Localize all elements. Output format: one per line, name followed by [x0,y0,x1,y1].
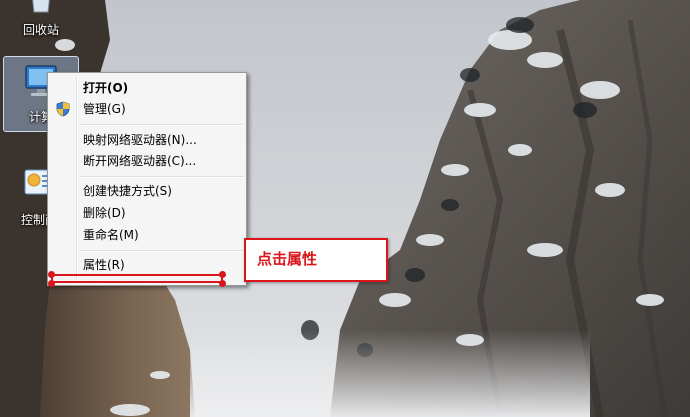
menu-item-label: 重命名(M) [83,228,139,242]
menu-item-map-network-drive[interactable]: 映射网络驱动器(N)... [50,129,244,151]
menu-item-rename[interactable]: 重命名(M) [50,224,244,246]
annotation-handle [48,271,55,278]
context-menu: 打开(O) 管理(G) 映射网络驱动器(N)... 断开网络驱动器(C)... … [47,72,247,286]
menu-item-label: 打开(O) [83,81,129,95]
menu-item-disconnect-network-drive[interactable]: 断开网络驱动器(C)... [50,150,244,172]
menu-item-label: 属性(R) [83,258,125,272]
annotation-highlight-box [51,274,223,283]
menu-item-label: 断开网络驱动器(C)... [83,154,197,168]
desktop: 回收站 计算 控制面 打开(O) 管理(G) 映射网络驱动器(N)... 断开网… [0,0,690,417]
menu-separator [80,176,243,178]
menu-item-create-shortcut[interactable]: 创建快捷方式(S) [50,180,244,202]
menu-separator [80,250,243,252]
annotation-handle [48,280,55,287]
menu-item-label: 管理(G) [83,102,126,116]
menu-item-label: 映射网络驱动器(N)... [83,133,197,147]
menu-item-open[interactable]: 打开(O) [50,77,244,99]
menu-item-manage[interactable]: 管理(G) [50,98,244,120]
menu-item-label: 创建快捷方式(S) [83,184,172,198]
menu-item-properties[interactable]: 属性(R) [50,254,244,276]
menu-item-label: 删除(D) [83,206,126,220]
annotation-callout: 点击属性 [244,238,388,282]
annotation-handle [219,271,226,278]
menu-separator [80,124,243,126]
recycle-bin-icon [32,0,50,13]
desktop-icon-label: 回收站 [22,23,59,37]
annotation-handle [219,280,226,287]
uac-shield-icon [56,101,70,117]
callout-text: 点击属性 [257,250,318,268]
desktop-icon-recycle-bin[interactable]: 回收站 [10,0,72,38]
menu-item-delete[interactable]: 删除(D) [50,202,244,224]
